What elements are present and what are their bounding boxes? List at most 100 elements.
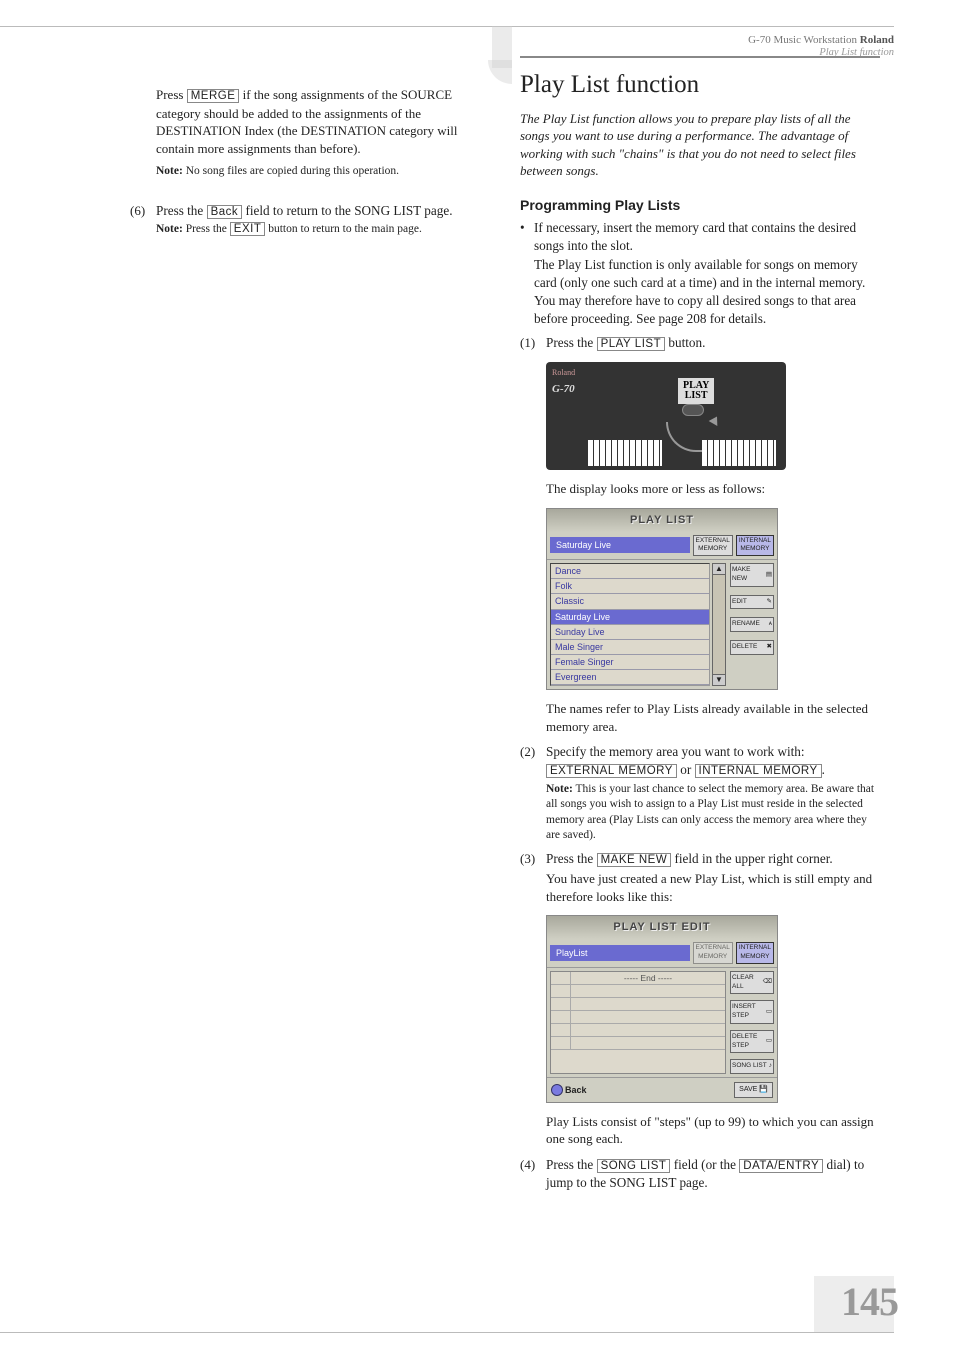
h2-rule: [520, 56, 880, 58]
page-header: G-70 Music Workstation Roland Play List …: [748, 34, 894, 58]
scrollbar[interactable]: ▲ ▼: [712, 563, 726, 686]
external-memory-button[interactable]: EXTERNAL MEMORY: [693, 535, 733, 557]
table-row[interactable]: ----- End -----: [551, 972, 725, 985]
left-paragraph: Press MERGE if the song assignments of t…: [156, 86, 490, 157]
step-text: Specify the memory area you want to work…: [546, 743, 880, 779]
internal-memory-button[interactable]: INTERNAL MEMORY: [736, 942, 774, 964]
paragraph: You have just created a new Play List, w…: [546, 870, 880, 905]
text: Press the: [183, 223, 230, 235]
list-item[interactable]: Saturday Live: [551, 610, 709, 625]
screenshot-playlist-edit: PLAY LIST EDIT PlayList EXTERNAL MEMORY …: [546, 915, 880, 1102]
corner-decoration: [488, 60, 512, 84]
song-list-button-label: SONG LIST: [597, 1159, 671, 1173]
step-number: (6): [130, 202, 156, 221]
scroll-down-icon[interactable]: ▼: [712, 674, 726, 686]
text: Press the: [546, 1157, 597, 1172]
make-new-button-label: MAKE NEW: [597, 853, 672, 867]
page-icon: ▤: [766, 571, 772, 580]
text: Press the: [546, 851, 597, 866]
song-list-button[interactable]: SONG LIST♪: [730, 1059, 774, 1074]
playlist-button-label: PLAY LIST: [597, 337, 666, 351]
header-rule: [0, 26, 894, 27]
step-note: Note: This is your last chance to select…: [546, 782, 880, 844]
step-text: Press the PLAY LIST button.: [546, 334, 880, 353]
back-button[interactable]: Back: [551, 1082, 587, 1097]
list-item[interactable]: Classic: [551, 594, 709, 609]
list-item[interactable]: Folk: [551, 579, 709, 594]
delete-step-button[interactable]: DELETE STEP▭: [730, 1030, 774, 1054]
list-item[interactable]: Male Singer: [551, 640, 709, 655]
list-item[interactable]: Sunday Live: [551, 625, 709, 640]
text: button to return to the main page.: [265, 223, 422, 235]
step-6: (6) Press the Back field to return to th…: [130, 202, 490, 238]
text: Press the: [546, 335, 597, 350]
section-heading: Play List function: [520, 68, 880, 102]
list-item[interactable]: Female Singer: [551, 655, 709, 670]
bullet-item: If necessary, insert the memory card tha…: [520, 219, 880, 255]
text: field in the upper right corner.: [671, 851, 833, 866]
bullet-body: The Play List function is only available…: [520, 256, 880, 327]
merge-button-label: MERGE: [187, 89, 240, 103]
x-icon: ✖: [767, 643, 772, 652]
text: Press the: [156, 203, 207, 218]
step-table[interactable]: ----- End -----: [550, 971, 726, 1074]
step-4: (4) Press the SONG LIST field (or the DA…: [520, 1156, 880, 1192]
step-2: (2) Specify the memory area you want to …: [520, 743, 880, 843]
internal-memory-button-label: INTERNAL MEMORY: [695, 764, 822, 778]
table-row: [551, 1037, 725, 1050]
table-row: [551, 985, 725, 998]
label: INSERT STEP: [732, 1003, 766, 1021]
screen: PLAY LIST Saturday Live EXTERNAL MEMORY …: [546, 508, 778, 691]
step-number: (2): [520, 743, 546, 779]
external-memory-button[interactable]: EXTERNAL MEMORY: [693, 942, 733, 964]
screen-title: PLAY LIST EDIT: [547, 916, 777, 939]
keyboard-keys-icon: [588, 440, 662, 466]
insert-step-button[interactable]: INSERT STEP▭: [730, 1000, 774, 1024]
delete-icon: ▭: [766, 1037, 772, 1046]
label: DELETE: [732, 643, 757, 652]
list-item[interactable]: Dance: [551, 564, 709, 579]
step-text: Press the Back field to return to the SO…: [156, 202, 490, 221]
scroll-up-icon[interactable]: ▲: [712, 563, 726, 575]
keyboard-keys-icon: [702, 440, 776, 466]
note-label: Note:: [156, 223, 183, 235]
device-brand-label: Roland: [552, 368, 575, 379]
screen-selected-name: Saturday Live: [550, 537, 690, 553]
step-text: Press the MAKE NEW field in the upper ri…: [546, 850, 880, 869]
label: Back: [565, 1084, 587, 1096]
left-note-1: Note: No song files are copied during th…: [156, 161, 490, 180]
back-icon: [551, 1084, 563, 1096]
header-brand: Roland: [860, 34, 894, 46]
screen-side-buttons: CLEAR ALL⌫ INSERT STEP▭ DELETE STEP▭ SON…: [730, 971, 774, 1074]
step-number: (4): [520, 1156, 546, 1192]
broom-icon: ⌫: [763, 978, 772, 987]
footer-rule: [0, 1332, 894, 1333]
page-number: 145: [841, 1278, 898, 1325]
tag-icon: ᴀ: [769, 620, 772, 629]
right-column: Play List function The Play List functio…: [520, 86, 880, 1198]
rename-button[interactable]: RENAMEᴀ: [730, 617, 774, 632]
subsection-heading: Programming Play Lists: [520, 196, 880, 215]
delete-button[interactable]: DELETE ✖: [730, 640, 774, 655]
clear-all-button[interactable]: CLEAR ALL⌫: [730, 971, 774, 995]
list-item[interactable]: Evergreen: [551, 670, 709, 685]
screenshot-playlist: PLAY LIST Saturday Live EXTERNAL MEMORY …: [546, 508, 880, 691]
make-new-button[interactable]: MAKE NEW▤: [730, 563, 774, 587]
exit-button-label: EXIT: [230, 222, 266, 236]
step-1: (1) Press the PLAY LIST button.: [520, 334, 880, 353]
play-list-callout: PLAY LIST: [678, 378, 714, 404]
text: field (or the: [670, 1157, 739, 1172]
list-icon: ♪: [769, 1062, 772, 1071]
label: EDIT: [732, 598, 747, 607]
edit-button[interactable]: EDIT✎: [730, 595, 774, 610]
save-button[interactable]: SAVE 💾: [734, 1082, 773, 1097]
table-row: [551, 1011, 725, 1024]
scroll-track[interactable]: [712, 575, 726, 674]
text: Specify the memory area you want to work…: [546, 744, 805, 759]
label: DELETE STEP: [732, 1033, 766, 1051]
play-list-hardware-button: [682, 404, 704, 416]
internal-memory-button[interactable]: INTERNAL MEMORY: [736, 535, 774, 557]
screen-list[interactable]: Dance Folk Classic Saturday Live Sunday …: [550, 563, 710, 686]
external-memory-button-label: EXTERNAL MEMORY: [546, 764, 677, 778]
note-text: This is your last chance to select the m…: [546, 783, 874, 842]
